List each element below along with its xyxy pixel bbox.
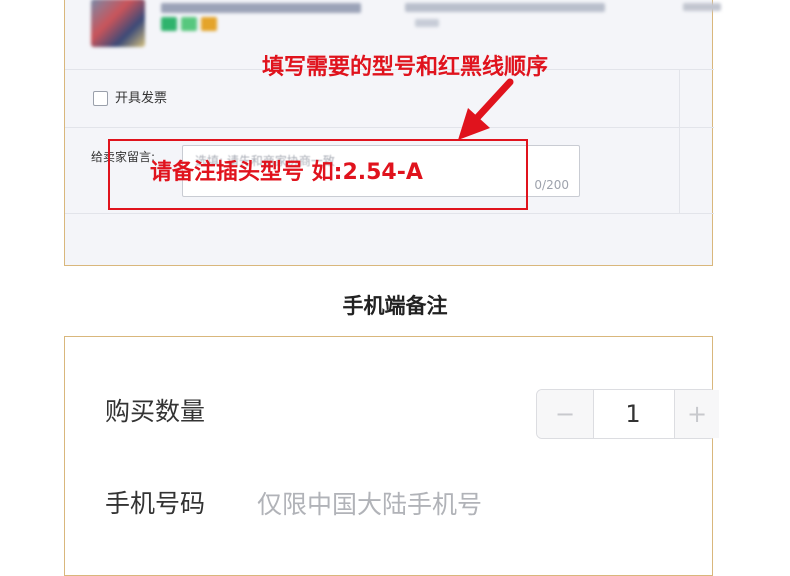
invoice-label: 开具发票 (115, 91, 168, 106)
phone-input[interactable] (257, 487, 657, 521)
invoice-checkbox[interactable] (93, 91, 108, 106)
mobile-note-title: 手机端备注 (342, 294, 448, 318)
plug-model-note: 请备注插头型号 如:2.54-A (150, 160, 423, 185)
message-char-counter: 0/200 (534, 178, 569, 192)
quantity-label: 购买数量 (105, 397, 206, 426)
quantity-value[interactable]: 1 (593, 390, 673, 438)
mobile-order-panel: 购买数量 − 1 + 手机号码 (64, 336, 719, 576)
quantity-plus-button[interactable]: + (674, 390, 719, 438)
product-sku-blurred (405, 3, 605, 12)
product-row-blurred (85, 0, 721, 51)
product-thumbnail (91, 0, 145, 47)
service-tag-icon (181, 17, 197, 31)
red-arrow-icon (458, 78, 514, 140)
quantity-minus-button[interactable]: − (537, 390, 594, 438)
divider (65, 213, 714, 214)
service-tag-icon (161, 17, 177, 31)
quantity-stepper[interactable]: − 1 + (536, 389, 719, 439)
phone-label: 手机号码 (105, 489, 206, 518)
product-price-blurred (683, 3, 721, 11)
divider (679, 69, 680, 214)
product-title-blurred (161, 3, 361, 13)
product-sku-blurred (415, 19, 439, 27)
service-tag-icon (201, 17, 217, 31)
